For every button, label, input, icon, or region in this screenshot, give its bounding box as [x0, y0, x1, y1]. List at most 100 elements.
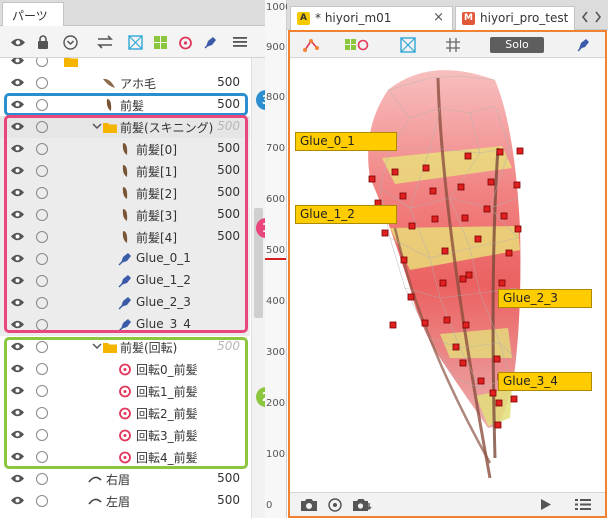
select-radio[interactable]: [36, 297, 48, 309]
lock-icon[interactable]: [33, 32, 53, 52]
list-icon[interactable]: [574, 497, 592, 512]
eye-icon[interactable]: [10, 143, 25, 154]
list-item[interactable]: Glue_1_2: [0, 270, 250, 292]
deformer-path-icon[interactable]: [302, 37, 320, 53]
select-radio[interactable]: [36, 341, 48, 353]
eye-icon[interactable]: [10, 297, 25, 308]
select-radio[interactable]: [36, 99, 48, 111]
swap-icon[interactable]: [95, 32, 115, 52]
eye-icon[interactable]: [10, 451, 25, 462]
pen-icon[interactable]: [200, 32, 220, 52]
list-item[interactable]: 回転0_前髪: [0, 358, 250, 380]
camera-icon[interactable]: [300, 497, 318, 512]
eye-icon[interactable]: [10, 253, 25, 264]
list-item[interactable]: Glue_3_4: [0, 314, 250, 336]
item-label: 回転0_前髪: [136, 363, 198, 377]
eye-icon[interactable]: [10, 429, 25, 440]
list-item[interactable]: 左眉 500: [0, 490, 250, 512]
list-item[interactable]: 前髪[2] 500: [0, 182, 250, 204]
solo-button[interactable]: Solo: [490, 37, 544, 53]
select-radio[interactable]: [36, 143, 48, 155]
list-item[interactable]: 回転2_前髪: [0, 402, 250, 424]
pen-icon[interactable]: [576, 37, 592, 53]
select-radio[interactable]: [36, 385, 48, 397]
list-item[interactable]: 前髪 500: [0, 94, 250, 116]
mesh-vertex: [461, 214, 469, 222]
list-item[interactable]: 右眉 500: [0, 468, 250, 490]
select-radio[interactable]: [36, 451, 48, 463]
list-item[interactable]: Glue_2_3: [0, 292, 250, 314]
select-radio[interactable]: [36, 407, 48, 419]
chevron-down-icon[interactable]: [92, 341, 102, 351]
list-item-folder[interactable]: 前髪(回転) 500: [0, 336, 250, 358]
warp-deformer-icon[interactable]: [125, 32, 145, 52]
list-item[interactable]: 前髪[3] 500: [0, 204, 250, 226]
select-radio[interactable]: [36, 429, 48, 441]
tab-hiyori-m01[interactable]: A * hiyori_m01 ×: [290, 6, 453, 30]
camera-save-icon[interactable]: [352, 497, 374, 512]
list-item[interactable]: Glue_0_1: [0, 248, 250, 270]
eye-icon[interactable]: [10, 473, 25, 484]
list-item-folder[interactable]: 前髪(スキニング) 500: [0, 116, 250, 138]
rotation-icon: [119, 385, 131, 398]
model-canvas[interactable]: Glue_0_1 Glue_1_2 Glue_2_3 Glue_3_4: [290, 58, 605, 494]
camera-reset-icon[interactable]: [326, 497, 344, 512]
list-item-clipped[interactable]: [0, 58, 250, 72]
eye-icon[interactable]: [10, 231, 25, 242]
parts-rotation-toggle-icon[interactable]: [344, 37, 370, 53]
select-radio[interactable]: [36, 209, 48, 221]
grid-icon[interactable]: [445, 37, 461, 53]
select-radio[interactable]: [36, 121, 48, 133]
select-radio[interactable]: [36, 165, 48, 177]
eye-icon[interactable]: [10, 187, 25, 198]
list-item[interactable]: 回転3_前髪: [0, 424, 250, 446]
play-icon[interactable]: [538, 497, 554, 512]
list-item[interactable]: 前髪[4] 500: [0, 226, 250, 248]
eye-icon[interactable]: [10, 341, 25, 352]
mesh-vertex: [494, 421, 502, 429]
select-radio[interactable]: [36, 231, 48, 243]
eye-icon[interactable]: [10, 275, 25, 286]
glue-label[interactable]: Glue_3_4: [498, 372, 592, 391]
glue-label[interactable]: Glue_2_3: [498, 289, 592, 308]
tab-parts[interactable]: パーツ: [2, 2, 64, 26]
eye-icon[interactable]: [10, 77, 25, 88]
eye-icon[interactable]: [10, 165, 25, 176]
menu-icon[interactable]: [230, 32, 250, 52]
select-radio[interactable]: [36, 253, 48, 265]
eye-icon[interactable]: [10, 495, 25, 506]
eye-icon[interactable]: [10, 319, 25, 330]
select-radio[interactable]: [36, 275, 48, 287]
eye-icon[interactable]: [10, 209, 25, 220]
eye-icon[interactable]: [10, 363, 25, 374]
list-item[interactable]: 前髪[0] 500: [0, 138, 250, 160]
list-item[interactable]: 前髪[1] 500: [0, 160, 250, 182]
list-item[interactable]: アホ毛 500: [0, 72, 250, 94]
glue-label[interactable]: Glue_1_2: [295, 205, 397, 224]
select-radio[interactable]: [36, 495, 48, 507]
list-item[interactable]: 回転1_前髪: [0, 380, 250, 402]
select-radio[interactable]: [36, 58, 48, 67]
rotation-icon[interactable]: [175, 32, 195, 52]
eye-icon[interactable]: [10, 121, 25, 132]
select-radio[interactable]: [36, 77, 48, 89]
parts-grid-icon[interactable]: [150, 32, 170, 52]
list-item[interactable]: 回転4_前髪: [0, 446, 250, 468]
select-radio[interactable]: [36, 319, 48, 331]
select-radio[interactable]: [36, 473, 48, 485]
select-radio[interactable]: [36, 187, 48, 199]
chevron-circle-icon[interactable]: [60, 32, 80, 52]
tab-hiyori-pro-test[interactable]: M hiyori_pro_test: [455, 6, 575, 30]
chevron-down-icon[interactable]: [92, 121, 102, 131]
select-radio[interactable]: [36, 363, 48, 375]
eye-icon[interactable]: [10, 58, 25, 66]
tab-scroll-arrows[interactable]: [581, 10, 603, 26]
tree-scrollbar[interactable]: [251, 58, 265, 518]
eye-icon[interactable]: [10, 99, 25, 110]
glue-label[interactable]: Glue_0_1: [295, 132, 397, 151]
eye-icon[interactable]: [8, 32, 28, 52]
warp-deformer-icon[interactable]: [400, 37, 416, 53]
eye-icon[interactable]: [10, 407, 25, 418]
eye-icon[interactable]: [10, 385, 25, 396]
close-icon[interactable]: ×: [433, 10, 444, 25]
